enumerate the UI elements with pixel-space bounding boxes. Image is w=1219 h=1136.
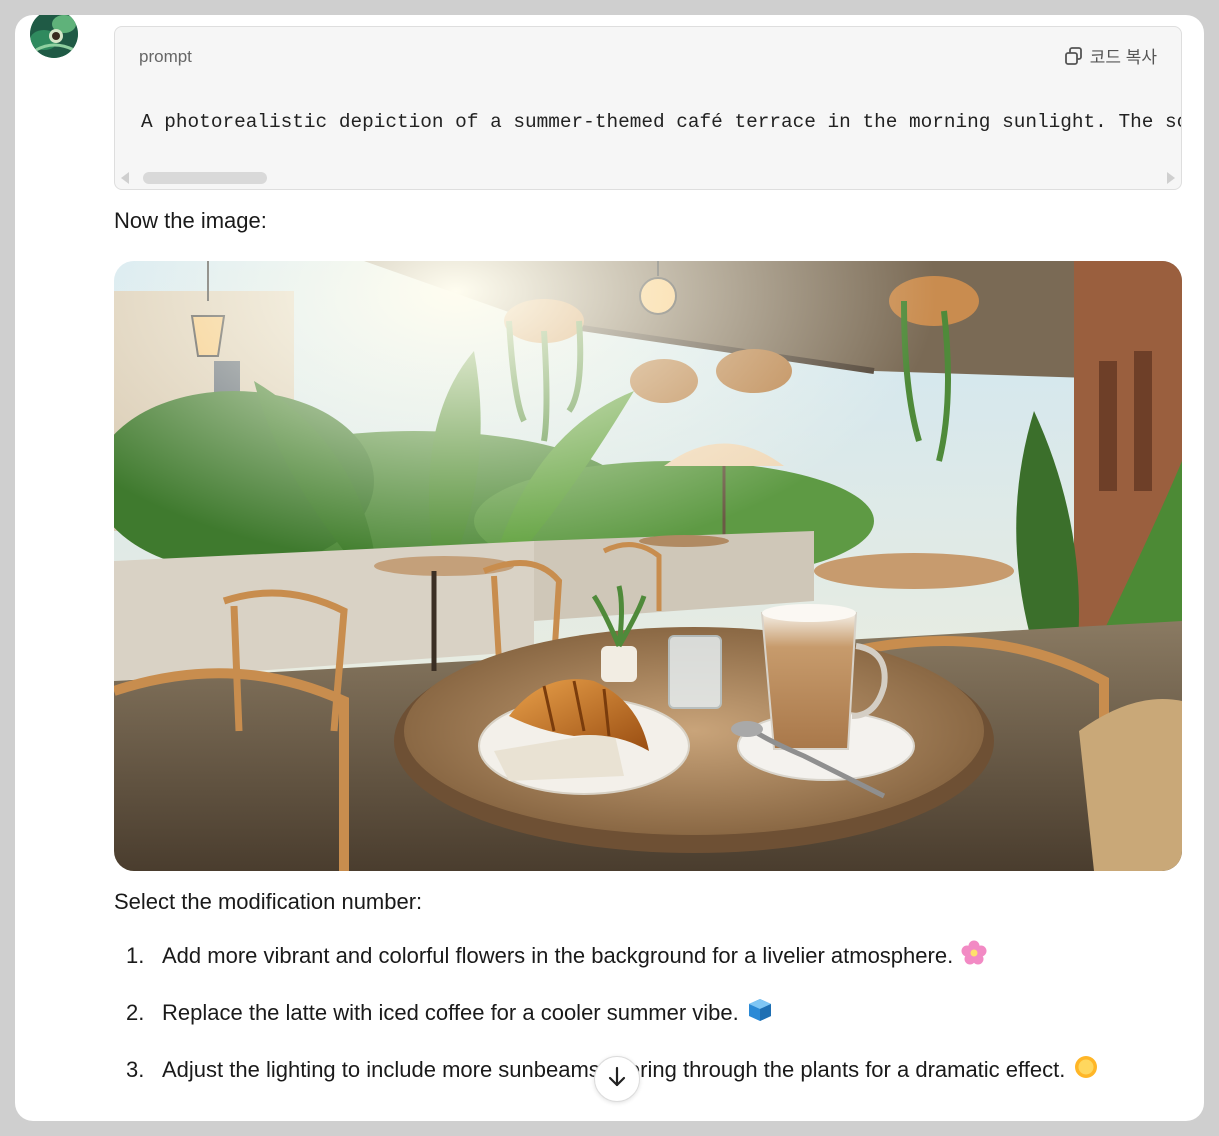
copy-code-label: 코드 복사 (1089, 48, 1157, 67)
arrow-down-icon (607, 1066, 627, 1093)
scrollbar-thumb[interactable] (143, 172, 267, 184)
list-item-number: 2. (126, 1000, 145, 1025)
copy-code-button[interactable]: 코드 복사 (1064, 43, 1157, 68)
assistant-avatar-icon (30, 15, 78, 58)
list-item-text: Replace the latte with iced coffee for a… (162, 1000, 739, 1025)
flower-emoji-icon (961, 938, 987, 980)
list-item: 1. Add more vibrant and colorful flowers… (114, 935, 1154, 980)
ice-cube-emoji-icon (747, 995, 773, 1037)
code-block: prompt 코드 복사 A photorealistic depiction … (114, 26, 1182, 190)
list-item: 2. Replace the latte with iced coffee fo… (114, 992, 1154, 1037)
list-item-number: 1. (126, 943, 145, 968)
copy-icon (1064, 46, 1084, 66)
scroll-left-arrow-icon[interactable] (121, 172, 129, 184)
horizontal-scrollbar[interactable] (115, 167, 1181, 189)
code-language-label: prompt (139, 47, 192, 66)
scroll-down-button[interactable] (594, 1056, 640, 1102)
intro-text: Now the image: (114, 208, 267, 233)
generated-image[interactable] (114, 261, 1182, 871)
sun-emoji-icon (1073, 1052, 1099, 1094)
chat-panel: prompt 코드 복사 A photorealistic depiction … (15, 15, 1204, 1121)
select-prompt-text: Select the modification number: (114, 889, 423, 914)
scroll-right-arrow-icon[interactable] (1167, 172, 1175, 184)
list-item-number: 3. (126, 1057, 145, 1082)
list-item-text: Add more vibrant and colorful flowers in… (162, 943, 954, 968)
code-text: A photorealistic depiction of a summer-t… (141, 111, 1182, 133)
